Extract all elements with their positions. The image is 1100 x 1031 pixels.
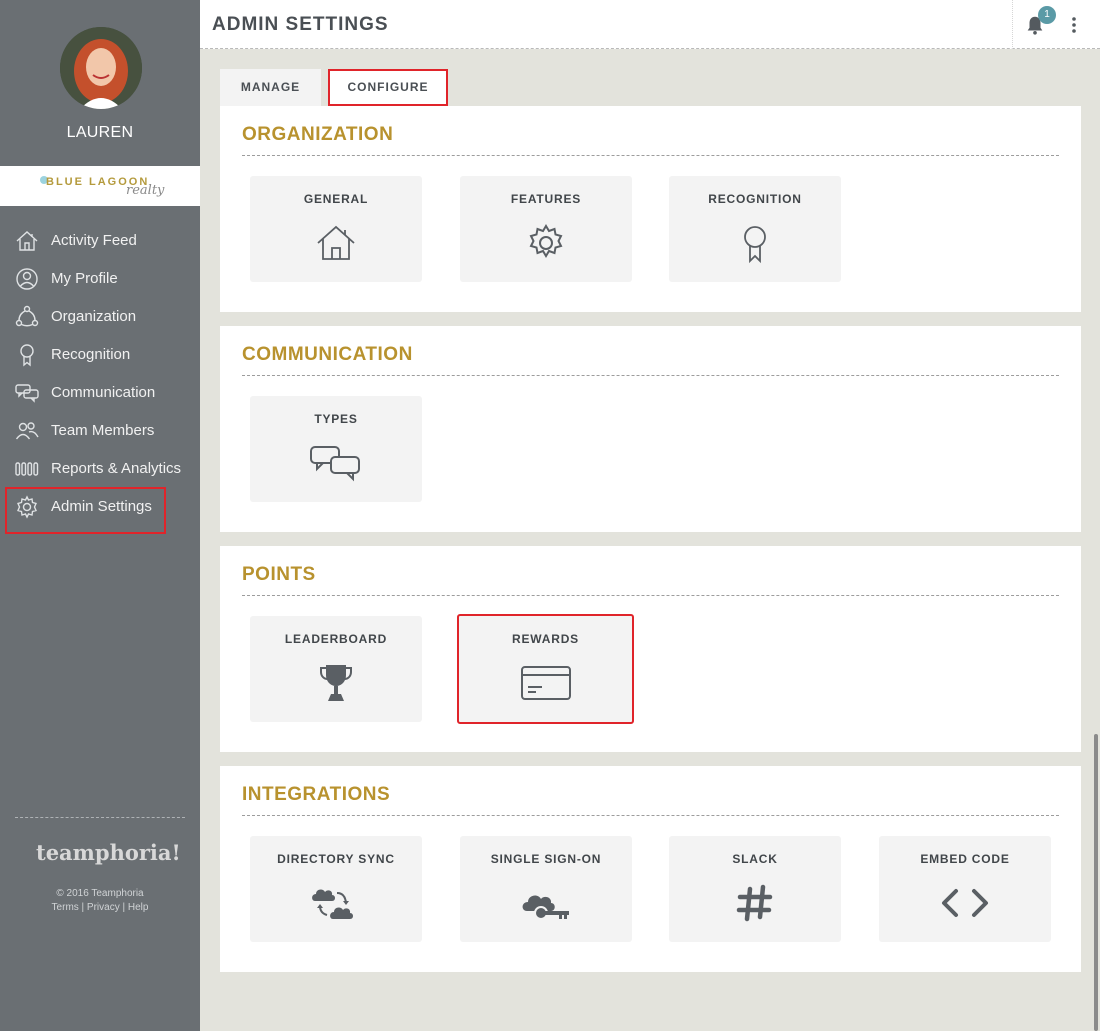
sidebar-item-label: Communication (51, 384, 156, 401)
ribbon-icon (733, 221, 777, 265)
ribbon-icon (15, 343, 39, 367)
card-recognition[interactable]: RECOGNITION (669, 176, 841, 282)
section-points: POINTS LEADERBOARD REWARDS (220, 546, 1081, 752)
sidebar-item-label: Organization (51, 308, 137, 325)
sidebar-item-reports[interactable]: Reports & Analytics (0, 450, 200, 488)
card-label: TYPES (314, 412, 358, 426)
avatar-photo-icon (60, 27, 142, 109)
more-options-icon[interactable] (1066, 14, 1082, 36)
card-label: DIRECTORY SYNC (277, 852, 395, 866)
card-label: SINGLE SIGN-ON (490, 852, 602, 866)
home-icon (15, 229, 39, 253)
card-features[interactable]: FEATURES (460, 176, 632, 282)
code-icon (938, 881, 992, 925)
bars-icon (15, 457, 39, 481)
page-title: ADMIN SETTINGS (212, 14, 389, 35)
admin-settings-highlight (5, 487, 166, 534)
footer-links[interactable]: Terms | Privacy | Help (0, 901, 200, 915)
section-communication: COMMUNICATION TYPES (220, 326, 1081, 532)
section-organization: ORGANIZATION GENERAL FEATURES RECOGNITIO… (220, 106, 1081, 312)
sidebar-item-label: My Profile (51, 270, 118, 287)
brand-sub: realty (126, 183, 165, 198)
sidebar-item-my-profile[interactable]: My Profile (0, 260, 200, 298)
trophy-icon (314, 661, 358, 705)
sidebar-item-label: Activity Feed (51, 232, 137, 249)
gear-icon (524, 221, 568, 265)
sidebar: LAUREN BLUE LAGOON realty Activity Feed … (0, 0, 200, 1031)
section-title: INTEGRATIONS (242, 784, 391, 805)
sidebar-item-organization[interactable]: Organization (0, 298, 200, 336)
sidebar-item-activity-feed[interactable]: Activity Feed (0, 222, 200, 260)
cloud-sync-icon (309, 881, 363, 925)
header-divider (1012, 0, 1013, 49)
team-icon (15, 419, 39, 443)
sidebar-item-team-members[interactable]: Team Members (0, 412, 200, 450)
cloud-key-icon (519, 881, 573, 925)
section-title: COMMUNICATION (242, 344, 413, 365)
card-label: FEATURES (510, 192, 582, 206)
sidebar-item-recognition[interactable]: Recognition (0, 336, 200, 374)
chat-icon (15, 381, 39, 405)
card-label: EMBED CODE (920, 852, 1010, 866)
section-divider (242, 815, 1059, 816)
section-divider (242, 595, 1059, 596)
card-label: REWARDS (512, 632, 579, 646)
card-general[interactable]: GENERAL (250, 176, 422, 282)
section-title: ORGANIZATION (242, 124, 394, 145)
brand-logo: BLUE LAGOON realty (0, 166, 200, 206)
section-integrations: INTEGRATIONS DIRECTORY SYNC SINGLE SIGN-… (220, 766, 1081, 972)
tab-configure[interactable]: CONFIGURE (328, 69, 448, 106)
card-leaderboard[interactable]: LEADERBOARD (250, 616, 422, 722)
sidebar-item-label: Team Members (51, 422, 155, 439)
scrollbar[interactable] (1094, 734, 1098, 1031)
profile-icon (15, 267, 39, 291)
card-rewards[interactable]: REWARDS (457, 614, 634, 724)
card-label: GENERAL (303, 192, 369, 206)
sidebar-divider (15, 817, 185, 818)
user-name: LAUREN (66, 124, 134, 141)
card-slack[interactable]: SLACK (669, 836, 841, 942)
card-embed-code[interactable]: EMBED CODE (879, 836, 1051, 942)
house-icon (314, 221, 358, 265)
sidebar-item-label: Recognition (51, 346, 131, 363)
section-divider (242, 155, 1059, 156)
tab-manage[interactable]: MANAGE (220, 69, 321, 106)
section-title: POINTS (242, 564, 316, 585)
credit-card-icon (519, 661, 573, 705)
notification-badge[interactable]: 1 (1038, 6, 1056, 24)
organization-icon (15, 305, 39, 329)
copyright-text: © 2016 Teamphoria (56, 888, 144, 899)
footer-logo: teamphoria! (36, 840, 181, 865)
section-divider (242, 375, 1059, 376)
sidebar-item-label: Reports & Analytics (51, 460, 182, 477)
card-label: LEADERBOARD (284, 632, 388, 646)
top-header: ADMIN SETTINGS 1 (200, 0, 1100, 49)
avatar[interactable] (60, 27, 142, 109)
chat-bubbles-icon (309, 441, 363, 485)
hashtag-icon (733, 881, 777, 925)
card-label: SLACK (732, 852, 778, 866)
footer-copyright: © 2016 Teamphoria Terms | Privacy | Help (0, 887, 200, 915)
card-single-sign-on[interactable]: SINGLE SIGN-ON (460, 836, 632, 942)
sidebar-item-communication[interactable]: Communication (0, 374, 200, 412)
card-directory-sync[interactable]: DIRECTORY SYNC (250, 836, 422, 942)
card-label: RECOGNITION (708, 192, 802, 206)
card-types[interactable]: TYPES (250, 396, 422, 502)
